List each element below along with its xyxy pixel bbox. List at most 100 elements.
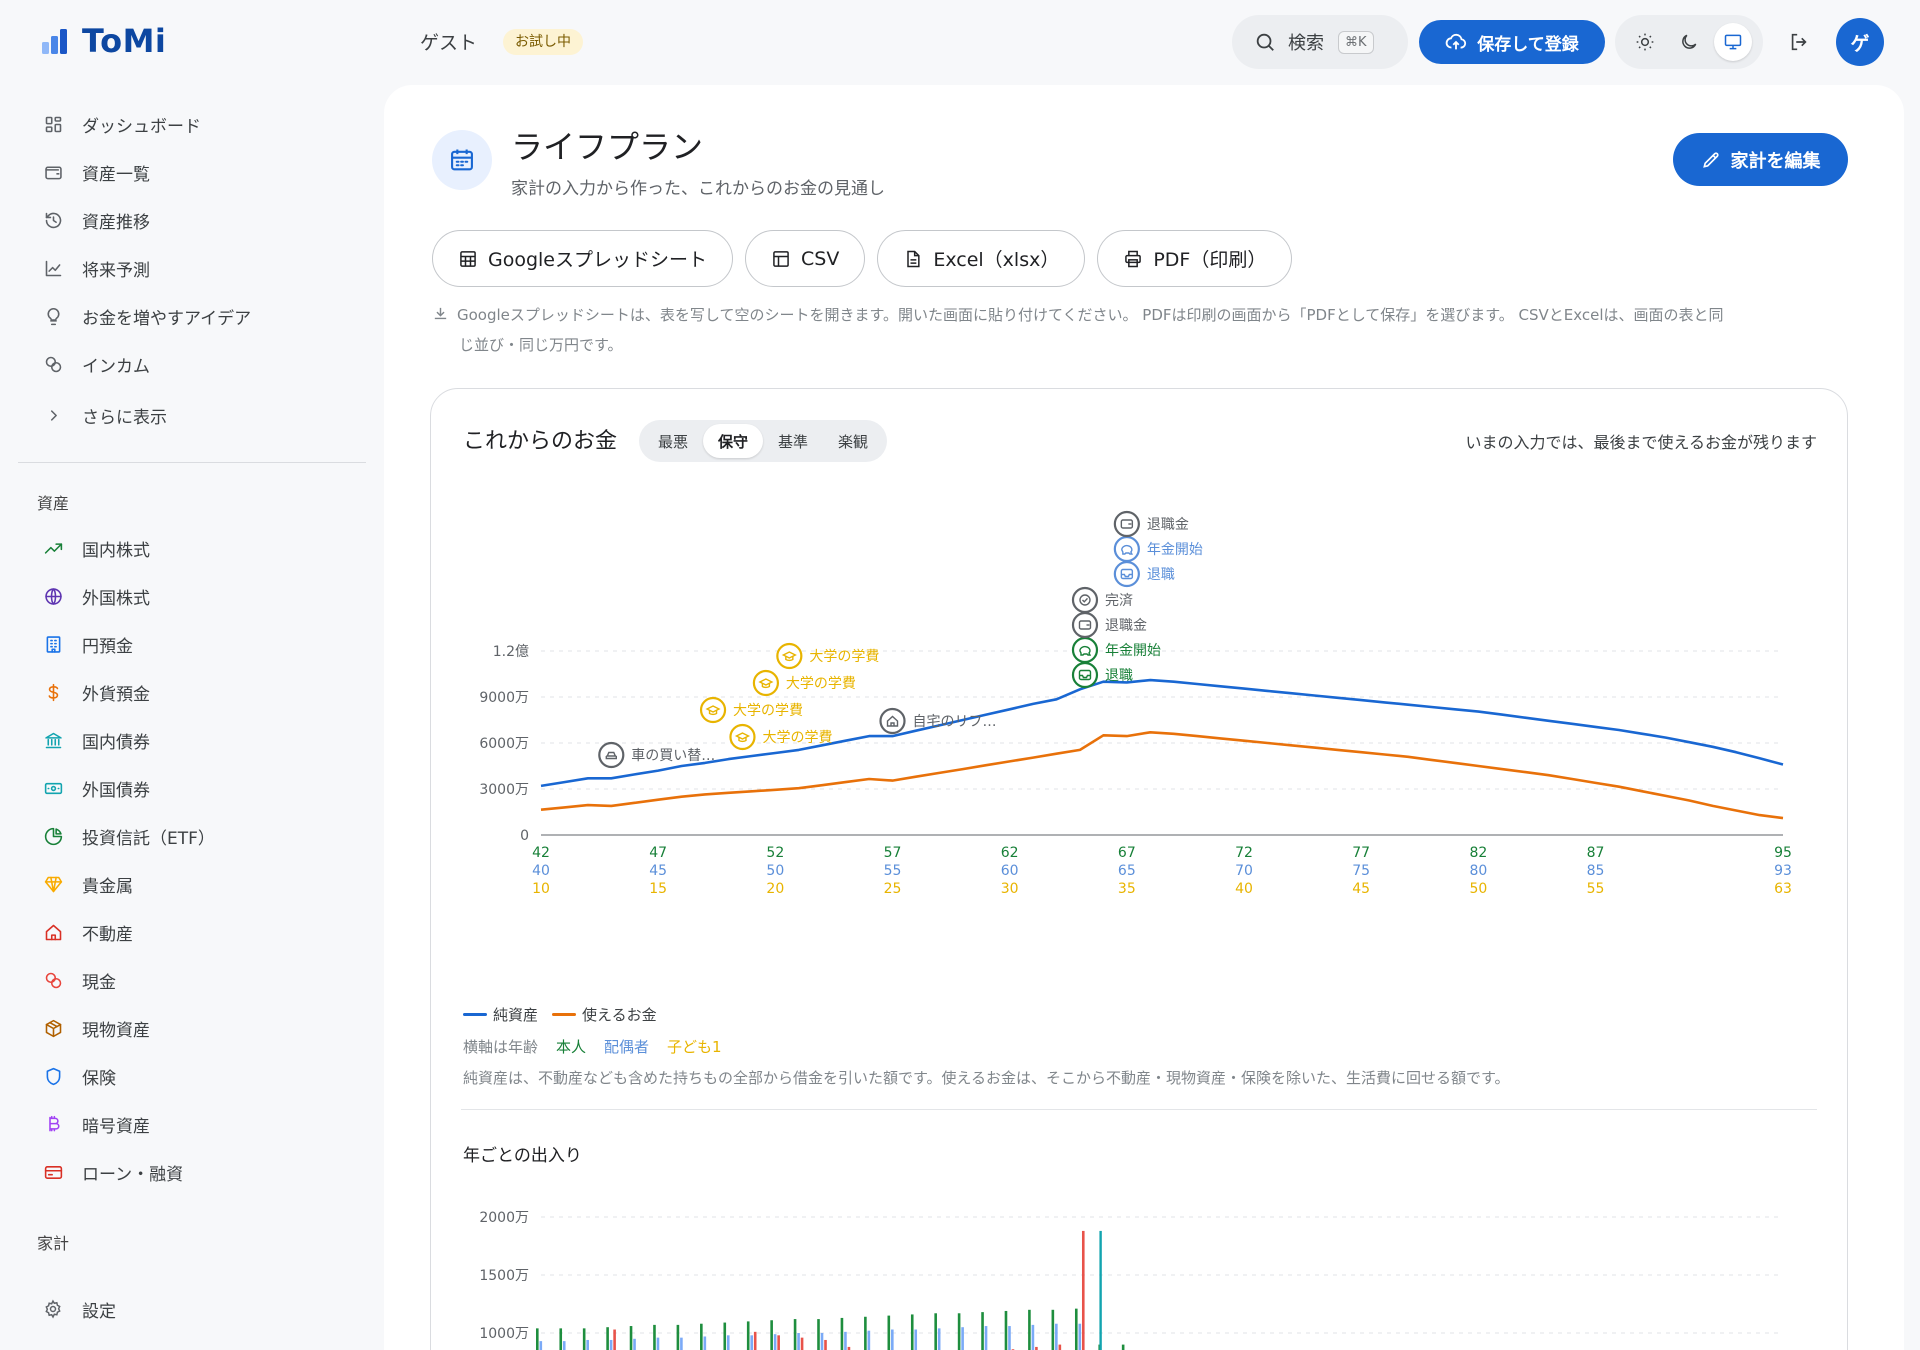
sidebar-item-asset-gem[interactable]: 貴金属 <box>20 860 365 908</box>
future-money-chart: 0 3000万 6000万 9000万 1.2億 42 40 10 47 45 15 52 50 20 57… <box>479 510 1792 1350</box>
sidebar-item-chevron-right[interactable]: さらに表示 <box>20 391 365 439</box>
sidebar-item-label: インカム <box>82 356 150 377</box>
search-shortcut: ⌘K <box>1338 30 1374 54</box>
scenario-optimistic[interactable]: 楽観 <box>823 424 883 458</box>
logout-button[interactable] <box>1784 27 1814 57</box>
scenario-base[interactable]: 基準 <box>763 424 823 458</box>
x-tick-label: 50 <box>766 863 784 879</box>
sidebar-item-settings[interactable]: 設定 <box>20 1285 365 1333</box>
theme-light-button[interactable] <box>1626 23 1664 61</box>
scenario-conservative[interactable]: 保守 <box>703 424 764 458</box>
bar-mark <box>1081 1230 1085 1350</box>
event-label: 大学の学費 <box>762 730 832 746</box>
event-marker: 大学の学費 <box>752 669 856 697</box>
search-button[interactable]: 検索 ⌘K <box>1232 15 1408 69</box>
save-and-register-button[interactable]: 保存して登録 <box>1419 20 1605 64</box>
edit-household-button[interactable]: 家計を編集 <box>1673 133 1848 186</box>
bar-mark <box>633 1338 636 1350</box>
event-marker-ring <box>1071 661 1099 689</box>
bar-mark <box>1028 1309 1031 1350</box>
avatar[interactable]: ゲ <box>1836 18 1884 66</box>
export-label: Googleスプレッドシート <box>488 249 708 271</box>
sidebar-item-label: 資産推移 <box>82 212 150 233</box>
gem-icon <box>42 873 64 895</box>
sidebar-item-asset-banknote[interactable]: 外国債券 <box>20 764 365 812</box>
sidebar-item-asset-globe[interactable]: 外国株式 <box>20 572 365 620</box>
sidebar-item-dashboard[interactable]: ダッシュボード <box>20 100 365 148</box>
chart-legend: 純資産 使えるお金 <box>463 1004 657 1025</box>
app-logo[interactable]: ToMi <box>40 22 166 60</box>
export-google-sheets-button[interactable]: Googleスプレッドシート <box>432 230 734 287</box>
bar-mark <box>773 1334 777 1350</box>
bar-mark <box>700 1323 703 1350</box>
sidebar-item-asset-credit-card[interactable]: ローン・融資 <box>20 1148 365 1196</box>
bar-mark <box>891 1329 894 1350</box>
bar-mark-spike <box>1099 1230 1102 1350</box>
sidebar-item-asset-dollar[interactable]: 外貨預金 <box>20 668 365 716</box>
event-label: 車の買い替… <box>631 747 715 764</box>
bar-mark <box>559 1328 563 1350</box>
sidebar-item-label: ダッシュボード <box>82 116 201 137</box>
y-tick-label: 6000万 <box>479 736 529 752</box>
page-title: ライフプラン <box>511 128 704 166</box>
bar-mark <box>562 1341 566 1350</box>
x-tick-label: 30 <box>1001 881 1019 897</box>
sidebar-item-asset-trending-up[interactable]: 国内株式 <box>20 524 365 572</box>
legend-label: 使えるお金 <box>582 1006 657 1024</box>
theme-system-button[interactable] <box>1714 23 1752 61</box>
sidebar-item-asset-bitcoin[interactable]: 暗号資産 <box>20 1100 365 1148</box>
save-button-label: 保存して登録 <box>1477 34 1579 55</box>
theme-dark-button[interactable] <box>1670 23 1708 61</box>
dollar-icon <box>42 681 64 703</box>
sidebar-item-coins[interactable]: インカム <box>20 340 365 388</box>
bar-mark <box>770 1320 773 1350</box>
export-pdf-button[interactable]: PDF（印刷） <box>1097 230 1293 287</box>
bar-mark <box>582 1328 586 1350</box>
legend-label: 純資産 <box>493 1006 539 1024</box>
event-marker: 年金開始 <box>1113 535 1203 563</box>
sidebar-item-asset-shield[interactable]: 保険 <box>20 1052 365 1100</box>
cloud-upload-icon <box>1445 33 1467 50</box>
sidebar-item-asset-building[interactable]: 円預金 <box>20 620 365 668</box>
export-label: PDF（印刷） <box>1153 249 1267 271</box>
event-marker: 退職金 <box>1071 611 1147 639</box>
sidebar-item-asset-box[interactable]: 現物資産 <box>20 1004 365 1052</box>
sidebar-item-asset-coins[interactable]: 現金 <box>20 956 365 1004</box>
sidebar-item-label: お金を増やすアイデア <box>82 308 252 329</box>
sidebar-item-lightbulb[interactable]: お金を増やすアイデア <box>20 292 365 340</box>
x-tick-label: 95 <box>1774 845 1792 861</box>
x-tick-label: 57 <box>884 845 902 861</box>
x-tick-label: 80 <box>1469 863 1487 879</box>
event-label: 大学の学費 <box>786 676 856 692</box>
bar-mark <box>934 1313 937 1350</box>
bar-mark <box>703 1336 707 1350</box>
sidebar-item-asset-bank[interactable]: 国内債券 <box>20 716 365 764</box>
sidebar-item-history[interactable]: 資産推移 <box>20 196 365 244</box>
bar-mark <box>1055 1323 1058 1350</box>
logo-icon <box>42 29 67 54</box>
sidebar-item-asset-pie-chart[interactable]: 投資信託（ETF） <box>20 812 365 860</box>
export-csv-button[interactable]: CSV <box>745 230 866 287</box>
sidebar-item-asset-home[interactable]: 不動産 <box>20 908 365 956</box>
search-label: 検索 <box>1288 33 1324 54</box>
event-marker: 車の買い替… <box>598 741 715 769</box>
event-marker-ring <box>752 669 780 697</box>
x-tick-label: 35 <box>1118 881 1136 897</box>
event-marker: 完済 <box>1071 586 1133 614</box>
page-subtitle: 家計の入力から作った、これからのお金の見通し <box>511 179 885 199</box>
sidebar-item-wallet[interactable]: 資産一覧 <box>20 148 365 196</box>
card-title: これからのお金 <box>463 429 618 454</box>
bar-mark <box>777 1335 780 1350</box>
sidebar-item-line-chart[interactable]: 将来予測 <box>20 244 365 292</box>
sidebar-item-label: 外貨預金 <box>82 684 150 705</box>
bar-mark <box>609 1339 613 1350</box>
export-buttons: Googleスプレッドシート CSV Excel（xlsx） PDF（印刷） <box>432 230 1293 287</box>
export-excel-button[interactable]: Excel（xlsx） <box>877 230 1086 287</box>
scenario-worst[interactable]: 最悪 <box>643 424 703 458</box>
x-tick-label: 40 <box>1235 881 1253 897</box>
sidebar-item-label: 暗号資産 <box>82 1116 150 1137</box>
gear-icon <box>42 1298 64 1320</box>
bar-mark <box>793 1319 797 1350</box>
sidebar: ToMi ダッシュボード資産一覧資産推移将来予測お金を増やすアイデア インカムさら… <box>0 0 384 1350</box>
event-marker: 退職 <box>1113 560 1175 588</box>
